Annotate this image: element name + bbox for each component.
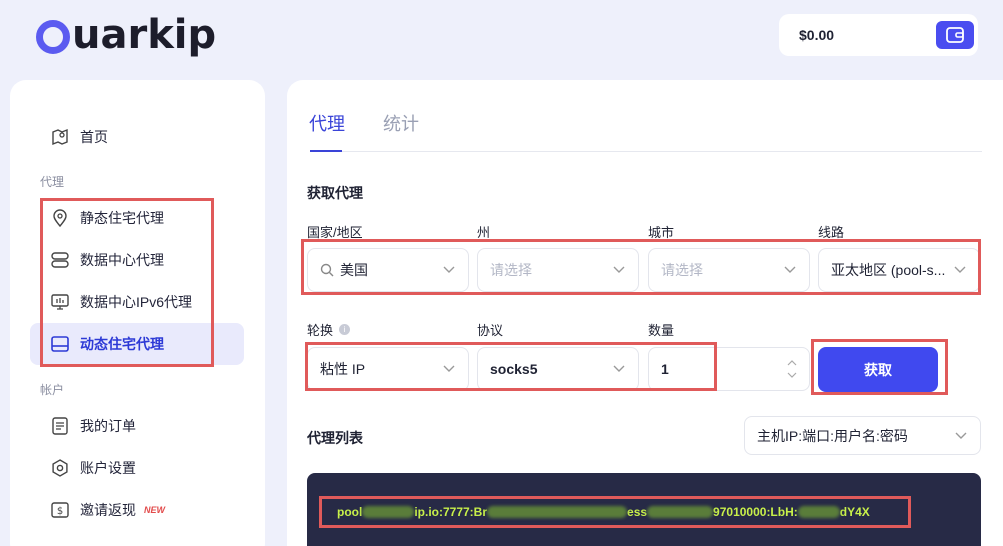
state-placeholder: 请选择 bbox=[490, 262, 532, 278]
section-label-proxy: 代理 bbox=[40, 175, 65, 189]
country-value: 美国 bbox=[340, 262, 368, 278]
sidebar-item-label: 数据中心代理 bbox=[80, 252, 164, 268]
wallet-icon bbox=[946, 27, 964, 43]
chevron-down-icon bbox=[612, 362, 626, 376]
format-value: 主机IP:端口:用户名:密码 bbox=[757, 427, 908, 444]
proxy-line[interactable]: pool ip.io:7777:Br ess 97010000:LbH: dY4X bbox=[337, 505, 870, 519]
get-proxy-button[interactable]: 获取 bbox=[818, 347, 938, 392]
route-select[interactable]: 亚太地区 (pool-s... bbox=[818, 248, 980, 292]
chevron-down-icon bbox=[442, 263, 456, 277]
tab-active-indicator bbox=[310, 150, 342, 152]
section-label-account: 帐户 bbox=[40, 383, 65, 397]
sidebar: 首页 代理 静态住宅代理 数据中心代理 数据中心IPv6代理 动态住宅代理 帐户… bbox=[10, 80, 265, 546]
sidebar-item-invite-cashback[interactable]: $ 邀请返现 NEW bbox=[30, 489, 244, 531]
chevron-down-icon[interactable] bbox=[787, 372, 797, 378]
info-icon[interactable]: i bbox=[339, 324, 351, 335]
sidebar-item-datacenter-ipv6[interactable]: 数据中心IPv6代理 bbox=[30, 281, 244, 323]
sidebar-item-account-settings[interactable]: 账户设置 bbox=[30, 447, 244, 489]
server-icon bbox=[50, 250, 70, 270]
sidebar-item-label: 首页 bbox=[80, 129, 108, 145]
tab-statistics[interactable]: 统计 bbox=[383, 110, 419, 136]
stepper-arrows[interactable] bbox=[787, 360, 797, 378]
sidebar-item-datacenter[interactable]: 数据中心代理 bbox=[30, 239, 244, 281]
proxy-segment: 97010000:LbH: bbox=[713, 505, 798, 519]
sidebar-item-label: 邀请返现 bbox=[80, 502, 136, 518]
chevron-down-icon bbox=[953, 263, 967, 277]
sidebar-item-dynamic-residential[interactable]: 动态住宅代理 bbox=[30, 323, 244, 365]
city-label: 城市 bbox=[648, 225, 675, 240]
chevron-down-icon bbox=[954, 429, 968, 443]
country-select[interactable]: 美国 bbox=[307, 248, 469, 292]
tab-proxy[interactable]: 代理 bbox=[309, 110, 345, 136]
quantity-value: 1 bbox=[661, 361, 669, 377]
quantity-label: 数量 bbox=[648, 323, 675, 338]
protocol-label: 协议 bbox=[477, 323, 504, 338]
balance-amount: $0.00 bbox=[799, 27, 835, 43]
sidebar-item-label: 我的订单 bbox=[80, 418, 136, 434]
rotation-value: 粘性 IP bbox=[320, 361, 366, 377]
state-select[interactable]: 请选择 bbox=[477, 248, 639, 292]
country-label: 国家/地区 bbox=[307, 225, 363, 240]
sidebar-item-label: 数据中心IPv6代理 bbox=[80, 294, 193, 310]
chevron-up-icon[interactable] bbox=[787, 360, 797, 366]
quantity-stepper[interactable]: 1 bbox=[648, 347, 810, 391]
proxy-list-title: 代理列表 bbox=[307, 430, 363, 446]
wallet-balance: $0.00 bbox=[779, 14, 978, 56]
sidebar-item-orders[interactable]: 我的订单 bbox=[30, 405, 244, 447]
route-value: 亚太地区 (pool-s... bbox=[831, 262, 946, 278]
tab-divider bbox=[310, 151, 982, 152]
rotation-label: 轮换 i bbox=[307, 320, 351, 339]
redacted-segment bbox=[647, 506, 714, 518]
logo-q-mark bbox=[36, 20, 70, 54]
document-icon bbox=[50, 416, 70, 436]
get-proxy-title: 获取代理 bbox=[307, 185, 363, 201]
home-map-icon bbox=[50, 127, 70, 147]
state-label: 州 bbox=[477, 225, 491, 240]
location-pin-icon bbox=[50, 208, 70, 228]
proxy-segment: ess bbox=[627, 505, 648, 519]
wallet-button[interactable] bbox=[936, 21, 974, 49]
brand-logo[interactable]: uarkip bbox=[36, 12, 216, 58]
main-panel: 代理 统计 获取代理 国家/地区 州 城市 线路 美国 请选择 请选择 亚太地区… bbox=[287, 80, 1003, 546]
redacted-segment bbox=[797, 506, 840, 518]
gear-icon bbox=[50, 458, 70, 478]
sidebar-item-home[interactable]: 首页 bbox=[30, 116, 244, 158]
route-label: 线路 bbox=[818, 225, 845, 240]
logo-text: uarkip bbox=[72, 12, 217, 58]
city-select[interactable]: 请选择 bbox=[648, 248, 810, 292]
drive-icon bbox=[50, 334, 70, 354]
proxy-segment: dY4X bbox=[839, 505, 870, 519]
format-select[interactable]: 主机IP:端口:用户名:密码 bbox=[744, 416, 981, 455]
redacted-segment bbox=[487, 506, 628, 518]
chevron-down-icon bbox=[612, 263, 626, 277]
chevron-down-icon bbox=[783, 263, 797, 277]
dollar-icon: $ bbox=[50, 500, 70, 520]
city-placeholder: 请选择 bbox=[661, 262, 703, 278]
protocol-value: socks5 bbox=[490, 361, 538, 377]
sidebar-item-label: 动态住宅代理 bbox=[80, 336, 164, 352]
new-badge: NEW bbox=[144, 505, 165, 515]
chevron-down-icon bbox=[442, 362, 456, 376]
sidebar-item-label: 静态住宅代理 bbox=[80, 210, 164, 226]
rotation-label-text: 轮换 bbox=[307, 323, 334, 338]
redacted-segment bbox=[362, 506, 415, 518]
proxy-segment: pool bbox=[337, 505, 363, 519]
proxy-segment: ip.io:7777:Br bbox=[414, 505, 488, 519]
rotation-select[interactable]: 粘性 IP bbox=[307, 347, 469, 391]
protocol-select[interactable]: socks5 bbox=[477, 347, 639, 391]
svg-text:$: $ bbox=[57, 506, 63, 517]
monitor-icon bbox=[50, 292, 70, 312]
search-icon bbox=[320, 263, 334, 277]
sidebar-item-static-residential[interactable]: 静态住宅代理 bbox=[30, 197, 244, 239]
sidebar-item-label: 账户设置 bbox=[80, 460, 136, 476]
proxy-output-box: pool ip.io:7777:Br ess 97010000:LbH: dY4X bbox=[307, 473, 981, 546]
